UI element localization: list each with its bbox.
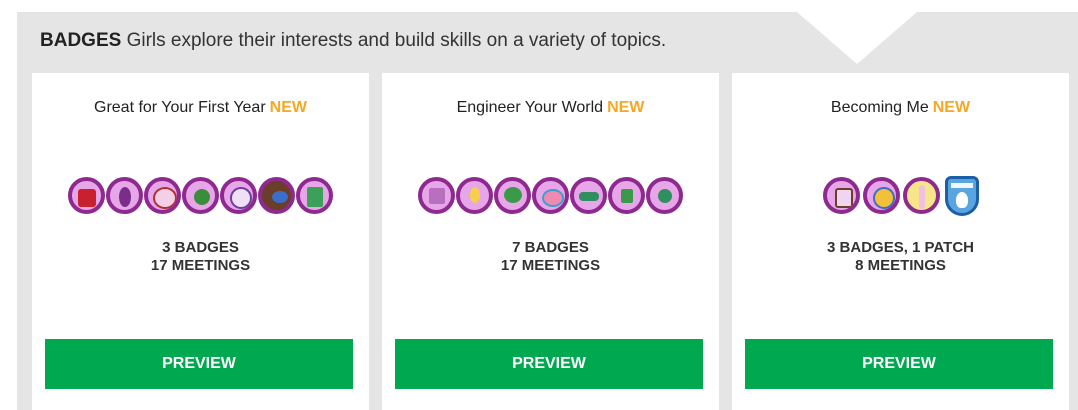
card-title: Engineer Your World NEW <box>382 99 719 117</box>
section-header: BADGES Girls explore their interests and… <box>40 30 666 52</box>
card-title: Great for Your First Year NEW <box>32 99 369 117</box>
card-engineer-your-world: Engineer Your World NEW 7 BADGES 17 MEETI… <box>382 73 719 410</box>
lightbulb-badge-icon <box>456 177 493 214</box>
clock-badge-icon <box>220 177 257 214</box>
badge-icons-row <box>32 177 369 214</box>
compass-badge-icon <box>862 177 900 214</box>
map-badge-icon <box>296 177 333 214</box>
preview-button[interactable]: PREVIEW <box>745 339 1053 389</box>
gift-badge-icon <box>68 177 105 214</box>
meeting-count: 17 MEETINGS <box>500 257 601 274</box>
badge-icons-row <box>732 176 1069 216</box>
card-stats: 3 BADGES, 1 PATCH 8 MEETINGS <box>732 239 1069 275</box>
bird-badge-icon <box>258 177 295 214</box>
card-title-text: Becoming Me <box>830 99 929 116</box>
card-title-text: Great for Your First Year <box>94 99 266 116</box>
becoming-me-patch-icon <box>944 176 979 216</box>
scales-badge-icon <box>822 177 860 214</box>
preview-button[interactable]: PREVIEW <box>45 339 353 389</box>
globe-badge-icon <box>182 177 219 214</box>
card-stats: 7 BADGES 17 MEETINGS <box>382 239 719 275</box>
section-subtitle: Girls explore their interests and build … <box>126 30 667 51</box>
card-great-for-first-year: Great for Your First Year NEW 3 BADGES 17… <box>32 73 369 410</box>
gem-badge-icon <box>646 177 683 214</box>
new-label: NEW <box>932 99 971 116</box>
bridge-badge-icon <box>532 177 569 214</box>
new-label: NEW <box>269 99 307 116</box>
card-title-text: Engineer Your World <box>456 99 604 116</box>
car-badge-icon <box>570 177 607 214</box>
tree-badge-icon <box>494 177 531 214</box>
card-stats: 3 BADGES 17 MEETINGS <box>32 239 369 275</box>
badge-count: 3 BADGES, 1 PATCH <box>827 239 974 256</box>
badge-count: 7 BADGES <box>512 239 589 256</box>
panel-notch <box>797 12 917 64</box>
badge-icons-row <box>382 177 719 214</box>
new-label: NEW <box>607 99 645 116</box>
meeting-count: 8 MEETINGS <box>855 257 946 274</box>
ball-badge-icon <box>144 177 181 214</box>
trefoil-icon <box>955 192 968 208</box>
section-title: BADGES <box>40 30 122 51</box>
patch-banner <box>950 183 973 188</box>
house-badge-icon <box>608 177 645 214</box>
feather-badge-icon <box>902 177 940 214</box>
horse-badge-icon <box>106 177 143 214</box>
badge-count: 3 BADGES <box>162 239 239 256</box>
preview-button[interactable]: PREVIEW <box>395 339 703 389</box>
card-becoming-me: Becoming Me NEW 3 BADGES, 1 PATCH 8 MEETI… <box>732 73 1069 410</box>
meeting-count: 17 MEETINGS <box>150 257 251 274</box>
grid-badge-icon <box>418 177 455 214</box>
badges-panel: BADGES Girls explore their interests and… <box>17 12 1078 410</box>
card-title: Becoming Me NEW <box>732 99 1069 117</box>
